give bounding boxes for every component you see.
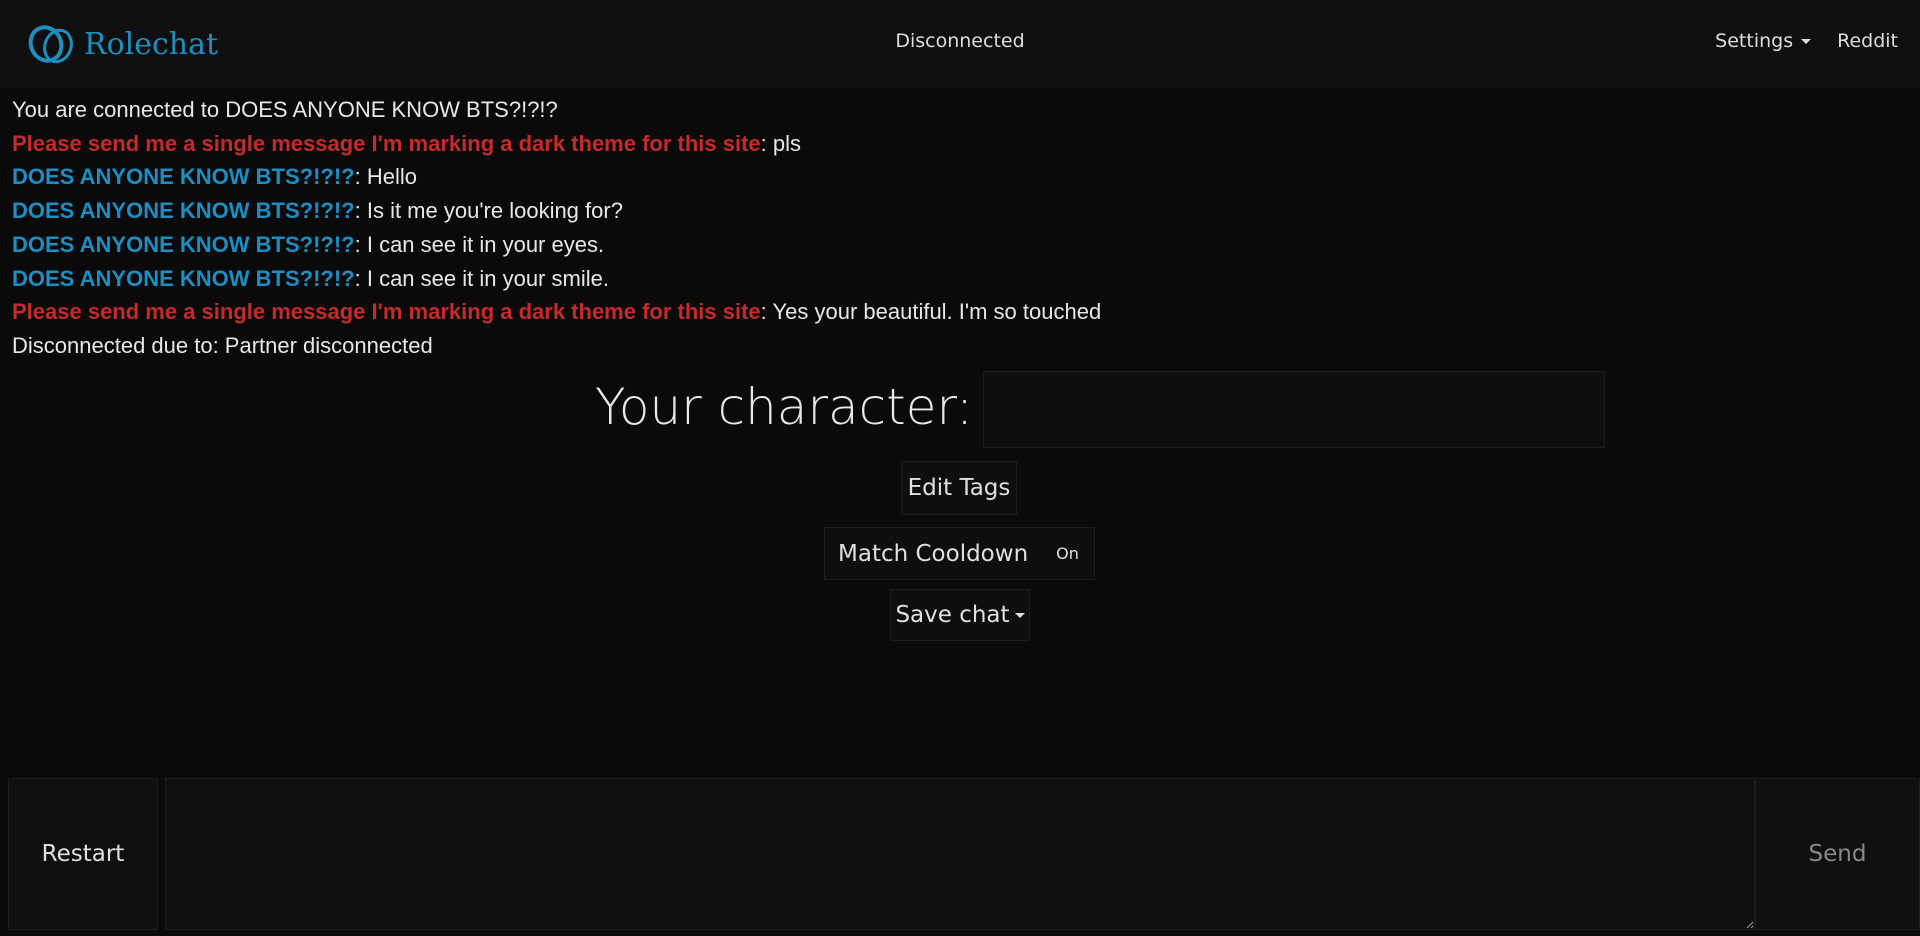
save-chat-dropdown[interactable]: Save chat	[890, 589, 1030, 641]
message-text: : I can see it in your eyes.	[354, 231, 605, 257]
chat-log: You are connected to DOES ANYONE KNOW BT…	[12, 93, 1101, 363]
navbar: Rolechat Disconnected Settings Reddit	[0, 0, 1920, 88]
restart-button[interactable]: Restart	[8, 778, 158, 930]
edit-tags-button[interactable]: Edit Tags	[901, 461, 1017, 515]
message-author: Please send me a single message I'm mark…	[12, 130, 761, 156]
reddit-link[interactable]: Reddit	[1837, 30, 1898, 52]
chat-message: DOES ANYONE KNOW BTS?!?!?: I can see it …	[12, 262, 1101, 296]
message-author: DOES ANYONE KNOW BTS?!?!?	[12, 265, 355, 291]
save-chat-label: Save chat	[895, 602, 1010, 628]
caret-down-icon	[1014, 612, 1025, 618]
send-button[interactable]: Send	[1755, 778, 1920, 930]
settings-dropdown[interactable]: Settings	[1715, 30, 1812, 52]
match-cooldown-label: Match Cooldown	[838, 540, 1029, 567]
caret-down-icon	[1801, 39, 1812, 44]
message-text: : Is it me you're looking for?	[354, 198, 623, 224]
chat-message: DOES ANYONE KNOW BTS?!?!?: I can see it …	[12, 228, 1101, 262]
message-text: : pls	[760, 130, 802, 156]
message-text: : Yes your beautiful. I'm so touched	[760, 299, 1102, 325]
message-author: Please send me a single message I'm mark…	[12, 299, 761, 325]
chat-message: DOES ANYONE KNOW BTS?!?!?: Hello	[12, 160, 1101, 194]
chat-message: Please send me a single message I'm mark…	[12, 295, 1101, 329]
settings-label: Settings	[1715, 30, 1794, 52]
disconnect-notice: Disconnected due to: Partner disconnecte…	[12, 332, 433, 358]
character-label: Your character:	[595, 378, 974, 436]
match-cooldown-state: On	[1056, 544, 1079, 563]
message-input[interactable]	[165, 778, 1755, 930]
message-author: DOES ANYONE KNOW BTS?!?!?	[12, 231, 355, 257]
message-author: DOES ANYONE KNOW BTS?!?!?	[12, 198, 355, 224]
connection-status: Disconnected	[895, 30, 1025, 52]
match-cooldown-toggle[interactable]: Match Cooldown On	[824, 527, 1095, 580]
message-text: : I can see it in your smile.	[354, 265, 609, 291]
character-input[interactable]	[983, 371, 1605, 448]
chat-message: DOES ANYONE KNOW BTS?!?!?: Is it me you'…	[12, 194, 1101, 228]
message-author: DOES ANYONE KNOW BTS?!?!?	[12, 164, 355, 190]
message-text: : Hello	[354, 164, 417, 190]
connected-notice: You are connected to DOES ANYONE KNOW BT…	[12, 97, 558, 122]
chat-message: Please send me a single message I'm mark…	[12, 127, 1101, 161]
